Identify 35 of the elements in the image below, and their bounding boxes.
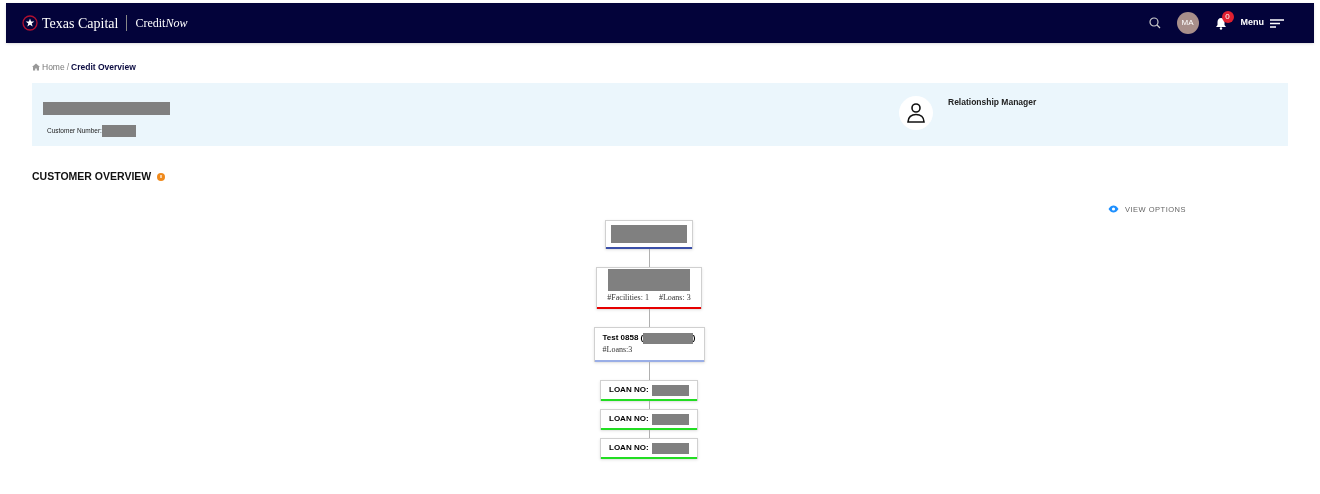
redacted-block [651, 413, 689, 425]
redacted-block [651, 384, 689, 396]
brand-name: Texas Capital [42, 14, 119, 33]
person-icon [906, 102, 926, 124]
menu-icon [1270, 18, 1284, 28]
search-icon[interactable] [1148, 17, 1161, 29]
loan-label: LOAN NO: [609, 413, 649, 425]
redacted-block [101, 125, 136, 137]
menu-button[interactable]: Menu [1240, 16, 1284, 30]
section-title: CUSTOMER OVERVIEW [32, 169, 152, 184]
redacted-block [651, 442, 689, 454]
node-title: Test 0858 ( [602, 332, 644, 344]
node-count: #Loans:3 [602, 344, 634, 356]
breadcrumb-link[interactable]: Home [42, 60, 65, 74]
node-count: #Loans: 3 [658, 292, 691, 304]
star-logo-icon [22, 15, 38, 31]
notification-badge: 0 [1221, 10, 1234, 23]
loan-node[interactable]: LOAN NO: [600, 438, 698, 459]
breadcrumb-link[interactable]: Credit Overview [71, 60, 136, 74]
node-title-end: ) [692, 332, 696, 344]
home-icon [32, 63, 40, 71]
bell-icon[interactable] [1214, 16, 1227, 30]
eye-icon [1108, 205, 1119, 214]
tree-node[interactable]: Test 0858 ( ) #Loans:3 [593, 327, 705, 362]
redacted-block [643, 332, 693, 344]
node-count: #Facilities: 1 [607, 292, 649, 304]
loan-label: LOAN NO: [609, 442, 649, 454]
loan-label: LOAN NO: [609, 384, 649, 396]
tree-node[interactable]: #Facilities: 1 #Loans: 3 [596, 267, 702, 309]
tree-node[interactable] [605, 220, 693, 249]
relationship-manager-label: Relationship Manager [948, 96, 1037, 109]
product-name: CreditNow [135, 15, 188, 32]
breadcrumb-separator: / [66, 60, 70, 74]
loan-node[interactable]: LOAN NO: [600, 409, 698, 430]
loan-node[interactable]: LOAN NO: [600, 380, 698, 401]
